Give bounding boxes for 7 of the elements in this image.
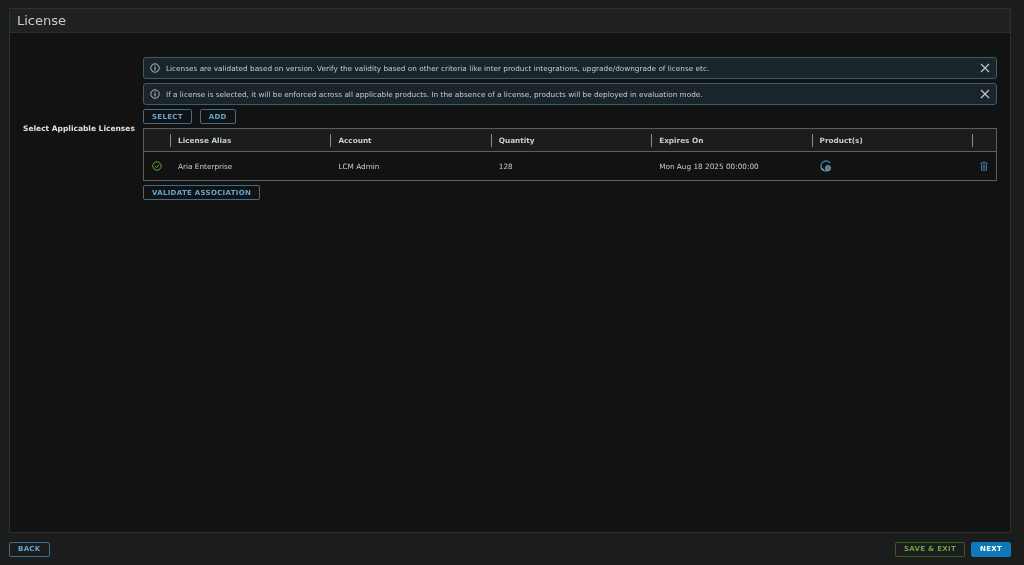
panel-title: License bbox=[10, 9, 1010, 33]
close-icon[interactable] bbox=[980, 63, 990, 73]
product-logo-icon[interactable] bbox=[819, 160, 832, 172]
info-icon bbox=[150, 63, 160, 73]
close-icon[interactable] bbox=[980, 89, 990, 99]
delete-icon[interactable] bbox=[980, 161, 988, 171]
info-icon bbox=[150, 89, 160, 99]
